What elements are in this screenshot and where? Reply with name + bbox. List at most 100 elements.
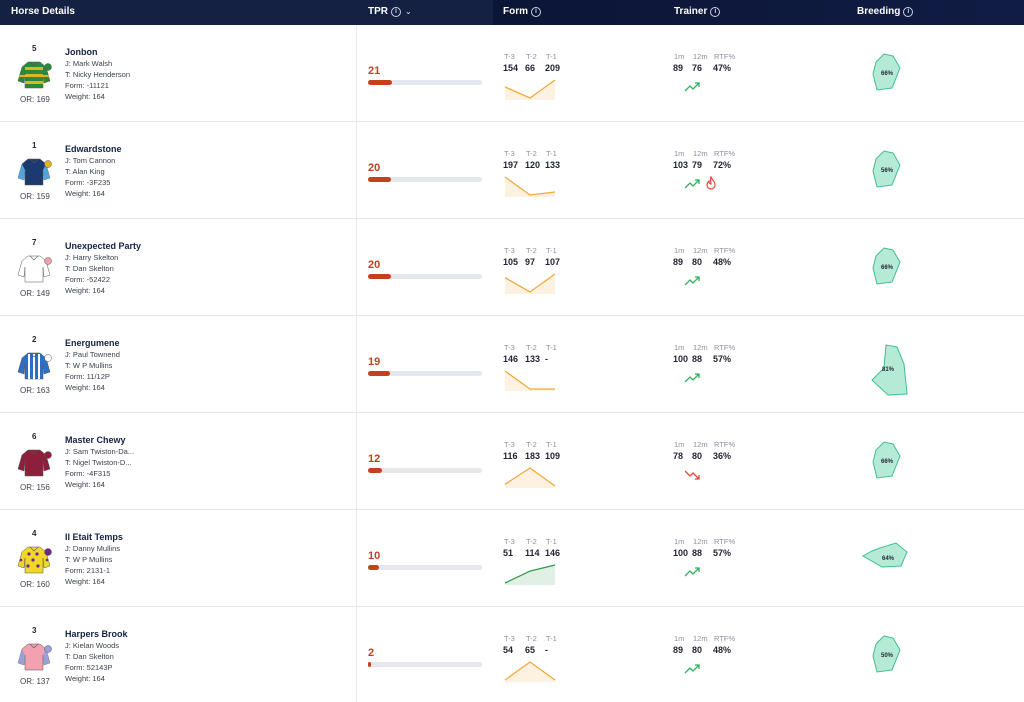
form-string: Form: 11/12P (65, 372, 110, 381)
form-value: 107 (545, 257, 561, 267)
header-form[interactable]: Form i (503, 6, 541, 17)
tpr-bar-fill (368, 80, 392, 85)
trainer-value: 80 (692, 451, 703, 461)
table-row[interactable]: 5 OR: 169 Jonbon J: Mark Walsh T: Nicky Hend… (0, 25, 1024, 122)
horse-details-cell (0, 316, 357, 412)
trainer-value: 57% (713, 354, 732, 364)
trainer-value: 48% (713, 257, 732, 267)
jockey-silk-icon (17, 449, 52, 477)
trainer-value: 88 (692, 354, 703, 364)
horse-name[interactable]: Harpers Brook (65, 629, 128, 639)
tpr-bar-fill (368, 662, 371, 667)
trainer-period-label: 1m (674, 52, 685, 61)
horse-details-cell (0, 122, 357, 218)
tpr-bar (368, 662, 482, 667)
horse-number: 5 (32, 44, 37, 53)
jockey-name: J: Danny Mullins (65, 544, 121, 553)
breeding-radar: 66% (872, 441, 901, 479)
tpr-bar (368, 371, 482, 376)
header-breeding[interactable]: Breeding i (857, 6, 914, 17)
table-row[interactable]: 1 OR: 159 Edwardstone J: Tom Cannon T: Alan … (0, 122, 1024, 219)
form-value: - (545, 354, 548, 364)
row-stats-area (357, 219, 1024, 315)
trend-icon (684, 276, 700, 286)
trainer-value: 78 (673, 451, 684, 461)
tpr-value: 20 (368, 259, 381, 271)
horse-name[interactable]: Master Chewy (65, 435, 126, 445)
trainer-value: 80 (692, 257, 703, 267)
info-icon[interactable]: i (710, 6, 721, 17)
form-string: Form: -52422 (65, 275, 111, 284)
row-stats-area (357, 510, 1024, 606)
jockey-name: J: Harry Skelton (65, 253, 119, 262)
row-stats-area (357, 316, 1024, 412)
breeding-percent: 81% (882, 367, 895, 373)
sparkline-area (505, 468, 555, 488)
trainer-period-label: RTF% (714, 246, 736, 255)
horse-name[interactable]: Edwardstone (65, 144, 122, 154)
horse-details-cell (0, 25, 357, 121)
trainer-value: 103 (673, 160, 689, 170)
trainer-value: 100 (673, 548, 689, 558)
chevron-down-icon[interactable]: ⌄ (405, 7, 412, 16)
row-stats-area (357, 122, 1024, 218)
form-period-label: T-3 (504, 537, 515, 546)
trainer-value: 100 (673, 354, 689, 364)
form-sparkline (504, 273, 556, 294)
trainer-period-label: 1m (674, 343, 685, 352)
form-period-label: T-3 (504, 149, 515, 158)
form-value: 120 (525, 160, 541, 170)
form-value: 65 (525, 645, 536, 655)
info-icon[interactable]: i (903, 6, 914, 17)
info-icon[interactable]: i (391, 6, 401, 17)
tpr-bar (368, 565, 482, 570)
jockey-name: J: Sam Twiston-Da... (65, 447, 135, 456)
tpr-bar (368, 274, 482, 279)
trainer-name: T: Nicky Henderson (65, 70, 131, 79)
table-row[interactable]: 7 OR: 149 Unexpected Party J: Harry Skelton… (0, 219, 1024, 316)
horse-name[interactable]: Energumene (65, 338, 120, 348)
form-value: 146 (545, 548, 561, 558)
horse-name[interactable]: Il Etait Temps (65, 532, 123, 542)
horse-name[interactable]: Jonbon (65, 47, 98, 57)
weight: Weight: 164 (65, 674, 105, 683)
header-trainer[interactable]: Trainer i (674, 6, 721, 17)
jockey-silk-icon (17, 158, 52, 186)
form-period-label: T-2 (526, 634, 537, 643)
tpr-bar-fill (368, 565, 379, 570)
sparkline-area (505, 662, 555, 682)
jockey-name: J: Mark Walsh (65, 59, 113, 68)
tpr-value: 20 (368, 162, 381, 174)
trend-icon (684, 373, 700, 383)
table-row[interactable]: 6 OR: 156 Master Chewy J: Sam Twiston-Da...… (0, 413, 1024, 510)
form-value: 183 (525, 451, 541, 461)
horse-name[interactable]: Unexpected Party (65, 241, 141, 251)
header-horse-details[interactable]: Horse Details (11, 6, 75, 17)
tpr-bar-fill (368, 468, 382, 473)
horse-number: 2 (32, 335, 37, 344)
header-tpr[interactable]: TPR i ⌄ (368, 6, 412, 17)
form-string: Form: -4F315 (65, 469, 111, 478)
weight: Weight: 164 (65, 92, 105, 101)
trainer-period-label: 12m (693, 440, 708, 449)
form-period-label: T-3 (504, 246, 515, 255)
trainer-value: 48% (713, 645, 732, 655)
form-period-label: T-1 (546, 537, 557, 546)
table-row[interactable]: 2 OR: 163 Energumene J: Paul Townend T: W P … (0, 316, 1024, 413)
trainer-period-label: RTF% (714, 634, 736, 643)
form-value: 197 (503, 160, 519, 170)
form-sparkline (504, 564, 556, 585)
form-period-label: T-3 (504, 440, 515, 449)
info-icon[interactable]: i (531, 6, 541, 17)
table-row[interactable]: 3 OR: 137 Harpers Brook J: Kielan Woods T: D… (0, 607, 1024, 702)
form-value: 54 (503, 645, 514, 655)
trainer-name: T: Nigel Twiston-D... (65, 458, 132, 467)
table-row[interactable]: 4 OR: 160 Il Etait Temps J: Danny Mullins T:… (0, 510, 1024, 607)
trainer-period-label: 12m (693, 537, 708, 546)
form-period-label: T-2 (526, 52, 537, 61)
trainer-period-label: 1m (674, 537, 685, 546)
horse-number: 7 (32, 238, 37, 247)
trend-up-arrow (684, 567, 700, 577)
form-value: 97 (525, 257, 536, 267)
trend-up-arrow (684, 373, 700, 383)
